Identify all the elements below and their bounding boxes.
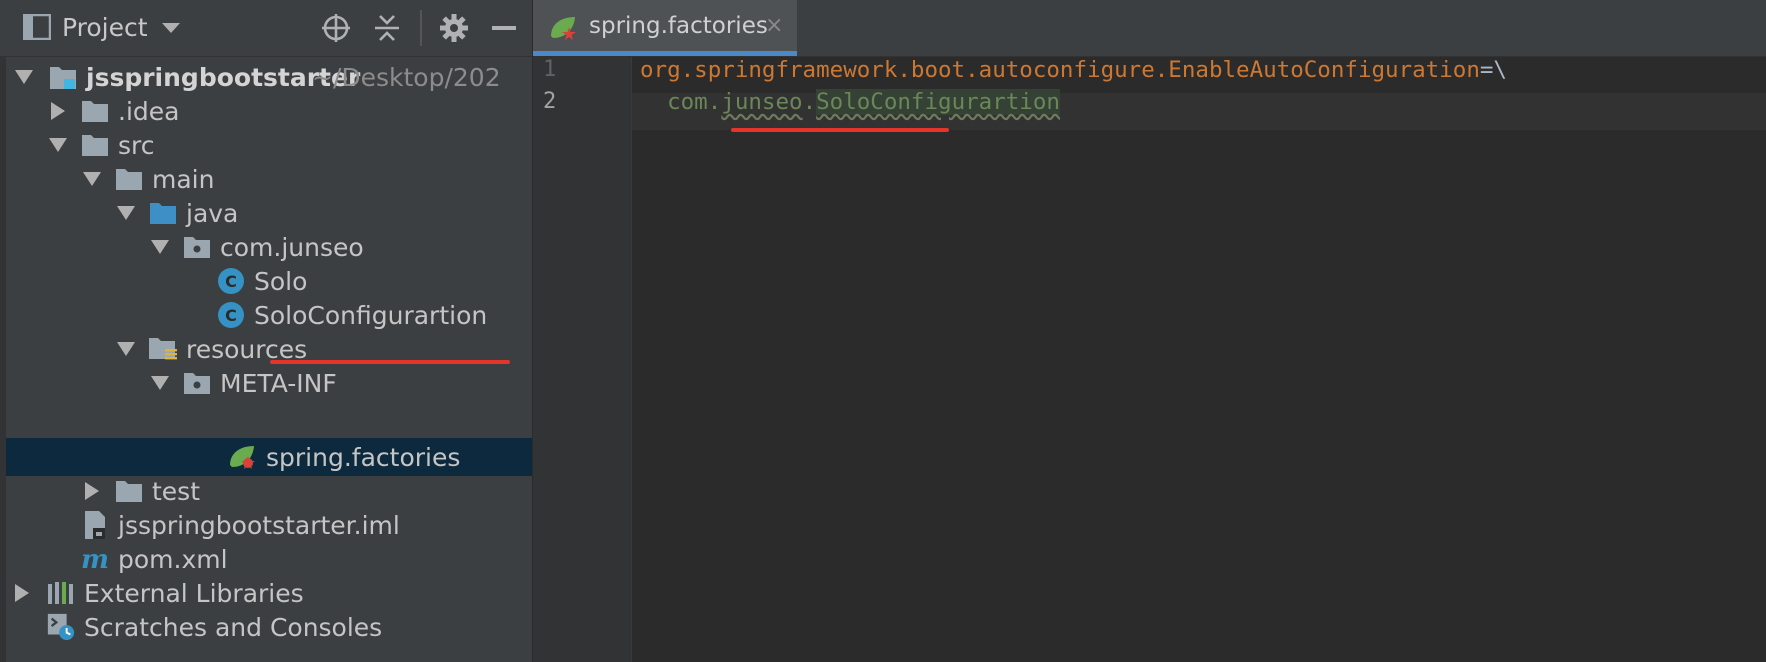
collapsed-arrow-icon[interactable] — [48, 101, 68, 121]
tree-item-label: test — [152, 476, 201, 506]
tree-item-java[interactable]: java — [6, 194, 532, 232]
tree-item-label: pom.xml — [118, 544, 228, 574]
tree-item-label: Scratches and Consoles — [84, 612, 383, 642]
collapsed-arrow-icon[interactable] — [12, 583, 32, 603]
tree-item-package[interactable]: com.junseo — [6, 228, 532, 266]
property-key: org.springframework.boot.autoconfigure.E… — [640, 57, 1480, 83]
highlight-underline — [270, 360, 510, 364]
tree-item-external-libraries[interactable]: External Libraries — [6, 574, 532, 612]
spring-leaf-icon — [549, 13, 579, 43]
folder-icon — [114, 164, 144, 194]
toolbar-divider — [420, 10, 422, 46]
tree-item-main[interactable]: main — [6, 160, 532, 198]
scratches-icon — [46, 612, 76, 642]
resources-folder-icon — [148, 334, 178, 364]
tree-item-idea[interactable]: .idea — [6, 92, 532, 130]
expand-arrow-icon[interactable] — [150, 237, 170, 257]
tree-item-src[interactable]: src — [6, 126, 532, 164]
tree-item-label: jsspringbootstarter.iml — [118, 510, 400, 540]
svg-text:C: C — [225, 272, 237, 291]
module-folder-icon — [48, 62, 78, 92]
property-value-part: junseo — [721, 89, 803, 115]
tree-item-label: Solo — [254, 266, 308, 296]
project-view-title[interactable]: Project — [62, 12, 148, 44]
folder-icon — [80, 96, 110, 126]
property-value-dot: . — [802, 89, 817, 115]
line-number: 2 — [543, 89, 557, 114]
collapsed-arrow-icon[interactable] — [82, 481, 102, 501]
expand-arrow-icon[interactable] — [116, 203, 136, 223]
tree-item-class-solo[interactable]: C Solo — [6, 262, 532, 300]
tree-item-label: External Libraries — [84, 578, 304, 608]
tree-item-iml[interactable]: jsspringbootstarter.iml — [6, 506, 532, 544]
chevron-down-icon[interactable] — [161, 20, 181, 36]
tree-item-spring-factories[interactable]: spring.factories — [6, 438, 532, 476]
tree-item-class-soloconfigurartion[interactable]: C SoloConfigurartion — [6, 296, 532, 334]
tab-spring-factories[interactable]: spring.factories × — [533, 0, 797, 56]
svg-text:C: C — [225, 306, 237, 325]
property-separator: =\ — [1479, 57, 1507, 83]
property-value-part: com — [667, 89, 708, 115]
tree-item-label: com.junseo — [220, 232, 364, 262]
project-view-icon[interactable] — [22, 12, 52, 42]
line-number-gutter: 1 2 — [533, 57, 632, 662]
crosshair-icon[interactable] — [320, 12, 352, 44]
folder-icon — [114, 476, 144, 506]
property-value-dot: . — [707, 89, 722, 115]
gear-icon[interactable] — [438, 12, 470, 44]
project-path: ~/Desktop/202 — [312, 62, 501, 92]
collapse-all-icon[interactable] — [372, 12, 402, 44]
tree-item-label: main — [152, 164, 215, 194]
code-editor[interactable]: 1 2 org.springframework.boot.autoconfigu… — [533, 57, 1766, 662]
active-tab-indicator — [533, 51, 797, 56]
tree-item-meta-inf[interactable]: META-INF — [6, 364, 532, 402]
close-icon[interactable]: × — [765, 14, 783, 38]
expand-arrow-icon[interactable] — [82, 169, 102, 189]
expand-arrow-icon[interactable] — [14, 67, 34, 87]
expand-arrow-icon[interactable] — [150, 373, 170, 393]
spring-leaf-icon — [228, 442, 258, 472]
tree-item-test[interactable]: test — [6, 472, 532, 510]
project-tool-window: Project jsspringbootstarter ~/Desktop/20… — [0, 0, 533, 662]
gutter-divider — [631, 57, 632, 662]
module-file-icon — [80, 510, 110, 540]
svg-text:m: m — [81, 545, 109, 573]
java-class-icon: C — [216, 266, 246, 296]
tree-item-pom[interactable]: m pom.xml — [6, 540, 532, 578]
tree-item-label: src — [118, 130, 155, 160]
highlight-underline — [731, 128, 949, 132]
source-folder-icon — [148, 198, 178, 228]
expand-arrow-icon[interactable] — [116, 339, 136, 359]
tree-item-label: .idea — [118, 96, 180, 126]
java-class-icon: C — [216, 300, 246, 330]
tree-item-label: java — [186, 198, 239, 228]
property-value-class: SoloConfigurartion — [816, 89, 1060, 115]
tree-item-label: META-INF — [220, 368, 337, 398]
minimize-icon[interactable] — [492, 26, 516, 30]
tree-item-label: SoloConfigurartion — [254, 300, 488, 330]
package-icon — [182, 232, 212, 262]
folder-icon — [80, 130, 110, 160]
tree-item-root[interactable]: jsspringbootstarter ~/Desktop/202 — [6, 58, 532, 96]
code-line-1[interactable]: org.springframework.boot.autoconfigure.E… — [640, 57, 1507, 83]
expand-arrow-icon[interactable] — [48, 135, 68, 155]
maven-icon: m — [80, 544, 110, 574]
tab-label: spring.factories — [589, 13, 768, 39]
line-number: 1 — [543, 57, 557, 82]
code-line-2[interactable]: com.junseo.SoloConfigurartion — [640, 89, 1060, 115]
library-icon — [46, 578, 76, 608]
editor-tab-bar: spring.factories × — [533, 0, 1766, 57]
package-icon — [182, 368, 212, 398]
project-toolbar: Project — [0, 0, 532, 57]
tree-item-scratches[interactable]: Scratches and Consoles — [6, 608, 532, 646]
tree-item-label: spring.factories — [266, 442, 461, 472]
